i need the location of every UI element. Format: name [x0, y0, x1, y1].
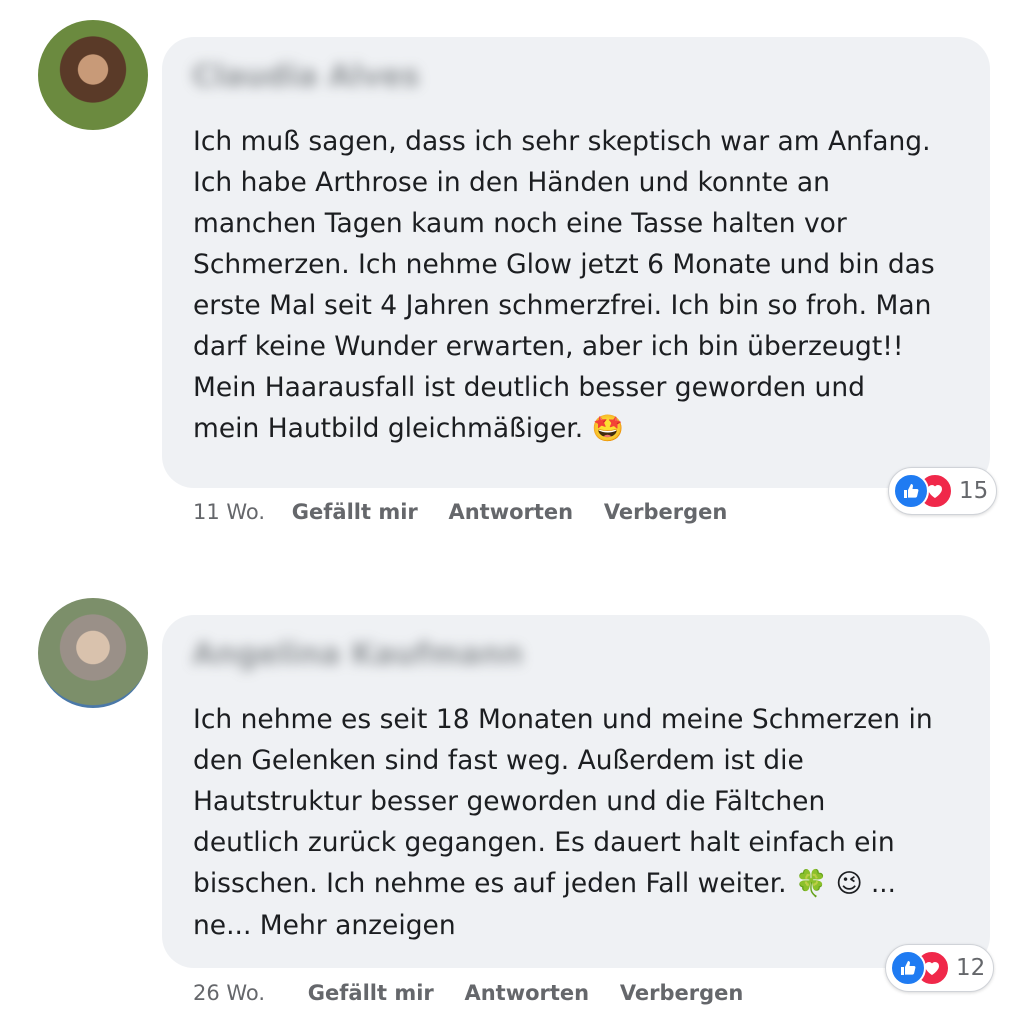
reply-button[interactable]: Antworten	[448, 500, 573, 524]
comment-actions: 11 Wo. Gefällt mir Antworten Verbergen	[193, 500, 751, 524]
timestamp[interactable]: 26 Wo.	[193, 981, 265, 1005]
reaction-count: 12	[956, 955, 986, 981]
clover-wink-emoji-icon: 🍀 😉 ...	[795, 869, 896, 899]
avatar[interactable]	[38, 20, 148, 130]
reaction-count: 15	[959, 478, 989, 504]
reaction-icons	[893, 471, 957, 511]
timestamp[interactable]: 11 Wo.	[193, 500, 265, 524]
like-button[interactable]: Gefällt mir	[292, 500, 418, 524]
star-struck-emoji-icon: 🤩	[591, 414, 624, 444]
thumbs-up-icon	[890, 950, 926, 986]
author-name[interactable]: Angelina Kaufmann	[192, 637, 523, 672]
comment-bubble: Angelina Kaufmann Ich nehme es seit 18 M…	[162, 615, 990, 968]
comment-actions: 26 Wo. Gefällt mir Antworten Verbergen	[193, 981, 767, 1005]
truncated-text: ne...	[193, 910, 260, 941]
comment-text: Ich nehme es seit 18 Monaten und meine S…	[193, 699, 983, 946]
show-more-link[interactable]: Mehr anzeigen	[260, 910, 456, 941]
reactions-badge[interactable]: 12	[885, 944, 995, 992]
reactions-badge[interactable]: 15	[888, 467, 998, 515]
reply-button[interactable]: Antworten	[464, 981, 589, 1005]
thumbs-up-icon	[893, 473, 929, 509]
avatar[interactable]	[38, 598, 148, 708]
hide-button[interactable]: Verbergen	[620, 981, 744, 1005]
comment-body: Ich muß sagen, dass ich sehr skeptisch w…	[193, 126, 935, 444]
reaction-icons	[890, 948, 954, 988]
hide-button[interactable]: Verbergen	[604, 500, 728, 524]
comment-bubble: Claudia Alves Ich muß sagen, dass ich se…	[162, 37, 990, 488]
comment-text: Ich muß sagen, dass ich sehr skeptisch w…	[193, 121, 983, 450]
like-button[interactable]: Gefällt mir	[308, 981, 434, 1005]
author-name[interactable]: Claudia Alves	[192, 59, 420, 94]
